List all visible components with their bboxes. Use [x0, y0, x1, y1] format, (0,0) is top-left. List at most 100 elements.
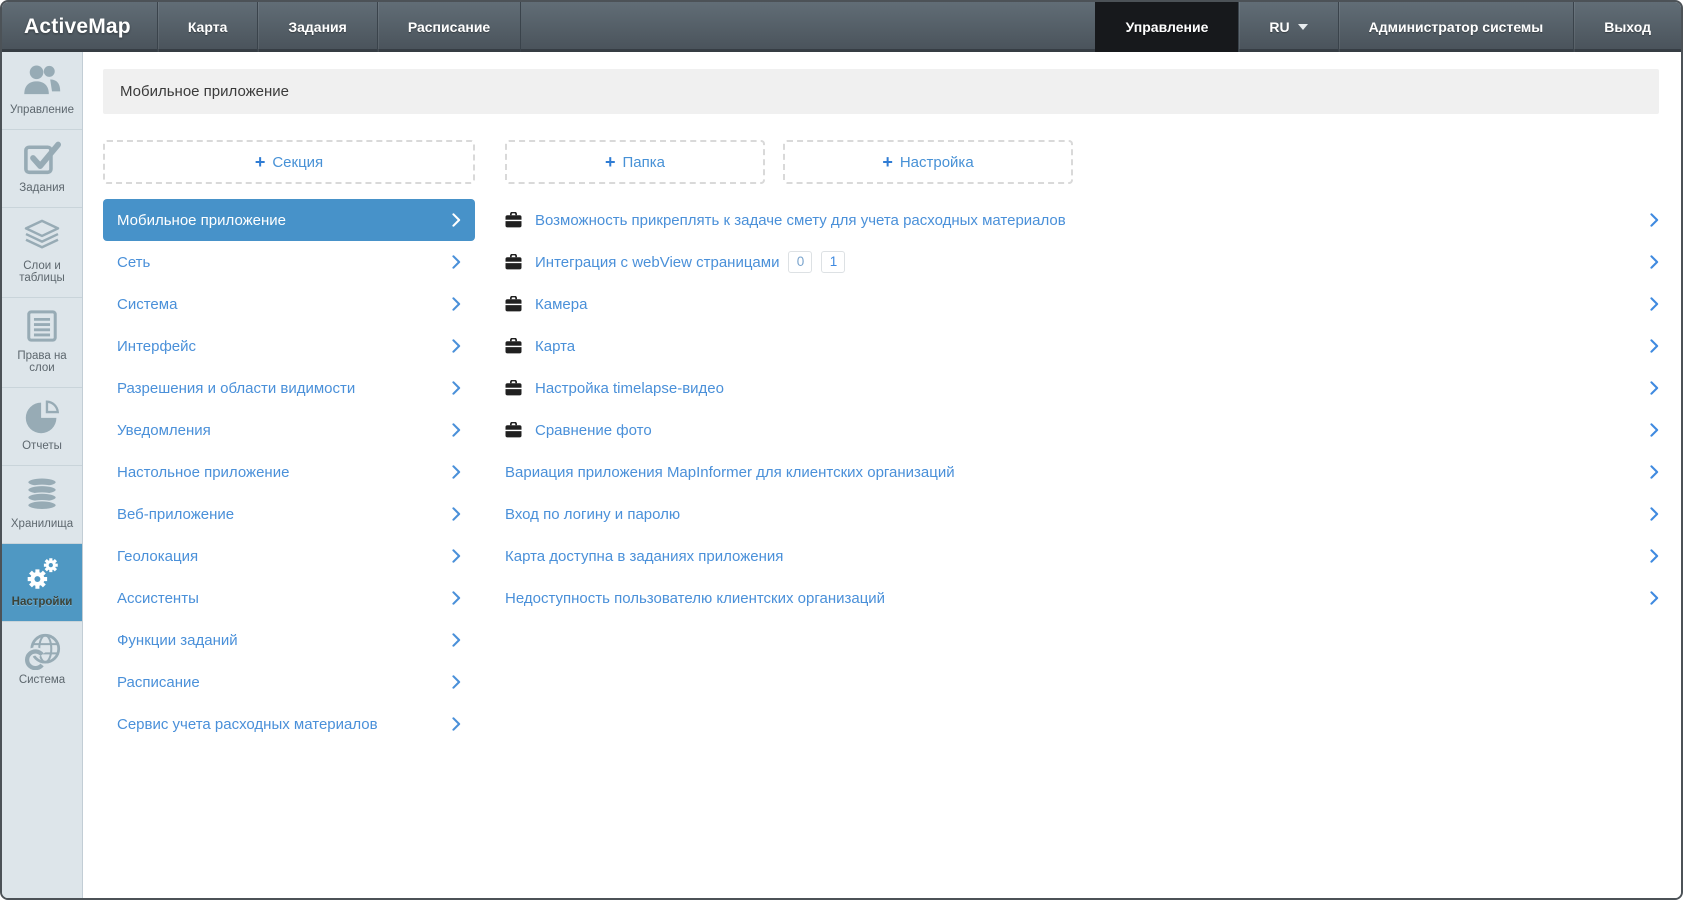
section-item-10[interactable]: Функции заданий: [103, 619, 475, 661]
tasks-icon: [4, 141, 80, 177]
chevron-right-icon: [452, 339, 461, 353]
add-folder-button[interactable]: + Папка: [505, 140, 765, 184]
chevron-right-icon: [1650, 297, 1659, 311]
sidebar-item-reports[interactable]: Отчеты: [2, 387, 82, 465]
chevron-right-icon: [1650, 339, 1659, 353]
count-badge: 0: [788, 251, 812, 273]
add-section-button[interactable]: + Секция: [103, 140, 475, 184]
section-item-label: Сеть: [117, 254, 150, 271]
section-item-9[interactable]: Ассистенты: [103, 577, 475, 619]
sidebar-item-system[interactable]: Система: [2, 621, 82, 699]
sidebar-item-settings[interactable]: Настройки: [2, 543, 82, 621]
content-columns: Мобильное приложение Сеть Система Интерфейс…: [103, 199, 1659, 745]
chevron-right-icon: [452, 465, 461, 479]
entry-label: Настройка timelapse-видео: [535, 380, 724, 397]
section-item-label: Мобильное приложение: [117, 212, 286, 229]
chevron-right-icon: [452, 675, 461, 689]
add-section-label: Секция: [272, 154, 323, 171]
main-content: Мобильное приложение + Секция + Папка + …: [84, 52, 1681, 898]
folder-row-2[interactable]: Камера: [505, 283, 1659, 325]
sidebar-item-layer-rights[interactable]: Права на слои: [2, 297, 82, 387]
folder-icon: [505, 254, 522, 270]
entry-label: Интеграция с webView страницами: [535, 254, 779, 271]
entry-label: Недоступность пользователю клиентских ор…: [505, 590, 885, 607]
nav-item-language[interactable]: RU: [1238, 2, 1337, 52]
section-item-2[interactable]: Система: [103, 283, 475, 325]
sidebar-nav: Управление Задания Слои и таблицы Права на …: [2, 52, 82, 699]
folder-row-1[interactable]: Интеграция с webView страницами01: [505, 241, 1659, 283]
section-list: Мобильное приложение Сеть Система Интерфейс…: [103, 199, 475, 745]
chevron-right-icon: [1650, 213, 1659, 227]
nav-item-label: RU: [1269, 19, 1289, 35]
folder-row-0[interactable]: Возможность прикреплять к задаче смету д…: [505, 199, 1659, 241]
nav-item-map[interactable]: Карта: [157, 2, 258, 52]
entry-label: Карта доступна в заданиях приложения: [505, 548, 783, 565]
chevron-right-icon: [452, 591, 461, 605]
section-item-12[interactable]: Сервис учета расходных материалов: [103, 703, 475, 745]
section-item-3[interactable]: Интерфейс: [103, 325, 475, 367]
section-item-5[interactable]: Уведомления: [103, 409, 475, 451]
section-item-label: Геолокация: [117, 548, 198, 565]
section-item-label: Расписание: [117, 674, 200, 691]
chevron-right-icon: [452, 213, 461, 227]
folder-row-4[interactable]: Настройка timelapse-видео: [505, 367, 1659, 409]
chevron-right-icon: [1650, 591, 1659, 605]
sidebar-item-storage[interactable]: Хранилища: [2, 465, 82, 543]
chevron-right-icon: [452, 633, 461, 647]
sidebar-item-label: Задания: [4, 182, 80, 194]
nav-item-logout[interactable]: Выход: [1573, 2, 1681, 52]
section-item-label: Сервис учета расходных материалов: [117, 716, 378, 733]
section-item-8[interactable]: Геолокация: [103, 535, 475, 577]
sidebar-item-label: Настройки: [4, 596, 80, 608]
sidebar-item-label: Управление: [4, 104, 80, 116]
sidebar-item-management[interactable]: Управление: [2, 52, 82, 129]
setting-row-6[interactable]: Вариация приложения MapInformer для клие…: [505, 451, 1659, 493]
caret-down-icon: [1298, 24, 1308, 30]
add-setting-button[interactable]: + Настройка: [783, 140, 1073, 184]
nav-item-management[interactable]: Управление: [1095, 2, 1239, 52]
section-item-label: Система: [117, 296, 177, 313]
chevron-right-icon: [452, 381, 461, 395]
chevron-right-icon: [452, 717, 461, 731]
nav-item-tasks[interactable]: Задания: [257, 2, 376, 52]
top-nav-left: КартаЗаданияРасписание: [157, 2, 521, 52]
setting-row-8[interactable]: Карта доступна в заданиях приложения: [505, 535, 1659, 577]
section-item-label: Настольное приложение: [117, 464, 289, 481]
sidebar-item-layers-tables[interactable]: Слои и таблицы: [2, 207, 82, 297]
section-item-11[interactable]: Расписание: [103, 661, 475, 703]
users-icon: [4, 63, 80, 99]
folder-icon: [505, 296, 522, 312]
system-icon: [4, 633, 80, 669]
layers-icon: [4, 219, 80, 255]
sidebar-item-tasks[interactable]: Задания: [2, 129, 82, 207]
sidebar-item-label: Отчеты: [4, 440, 80, 452]
storage-icon: [4, 477, 80, 513]
chevron-right-icon: [452, 507, 461, 521]
section-item-label: Интерфейс: [117, 338, 196, 355]
add-setting-label: Настройка: [900, 154, 974, 171]
folder-icon: [505, 380, 522, 396]
section-item-label: Уведомления: [117, 422, 211, 439]
section-item-7[interactable]: Веб-приложение: [103, 493, 475, 535]
section-item-0[interactable]: Мобильное приложение: [103, 199, 475, 241]
chevron-right-icon: [1650, 423, 1659, 437]
top-bar: ActiveMap КартаЗаданияРасписание Управле…: [2, 2, 1681, 52]
entry-label: Возможность прикреплять к задаче смету д…: [535, 212, 1066, 229]
section-item-4[interactable]: Разрешения и области видимости: [103, 367, 475, 409]
folder-row-5[interactable]: Сравнение фото: [505, 409, 1659, 451]
nav-item-account[interactable]: Администратор системы: [1338, 2, 1574, 52]
setting-row-9[interactable]: Недоступность пользователю клиентских ор…: [505, 577, 1659, 619]
folder-row-3[interactable]: Карта: [505, 325, 1659, 367]
sidebar-item-label: Слои и таблицы: [4, 260, 80, 284]
sidebar-item-label: Права на слои: [4, 350, 80, 374]
nav-item-schedule[interactable]: Расписание: [377, 2, 521, 52]
entry-list: Возможность прикреплять к задаче смету д…: [505, 199, 1659, 619]
entry-label: Карта: [535, 338, 575, 355]
section-item-label: Веб-приложение: [117, 506, 234, 523]
entry-label: Сравнение фото: [535, 422, 652, 439]
reports-icon: [4, 399, 80, 435]
setting-row-7[interactable]: Вход по логину и паролю: [505, 493, 1659, 535]
section-item-6[interactable]: Настольное приложение: [103, 451, 475, 493]
section-item-1[interactable]: Сеть: [103, 241, 475, 283]
app-logo[interactable]: ActiveMap: [2, 2, 157, 52]
